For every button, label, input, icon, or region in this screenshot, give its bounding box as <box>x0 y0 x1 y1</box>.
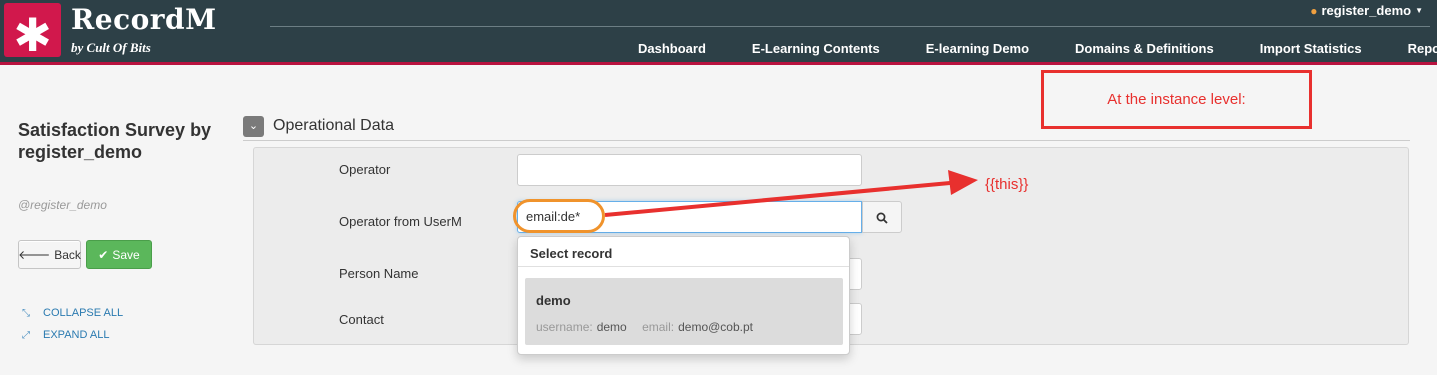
annotation-arrow-head <box>948 170 978 195</box>
annotation-arrow-line <box>604 181 951 217</box>
annotation-arrow <box>604 170 978 217</box>
